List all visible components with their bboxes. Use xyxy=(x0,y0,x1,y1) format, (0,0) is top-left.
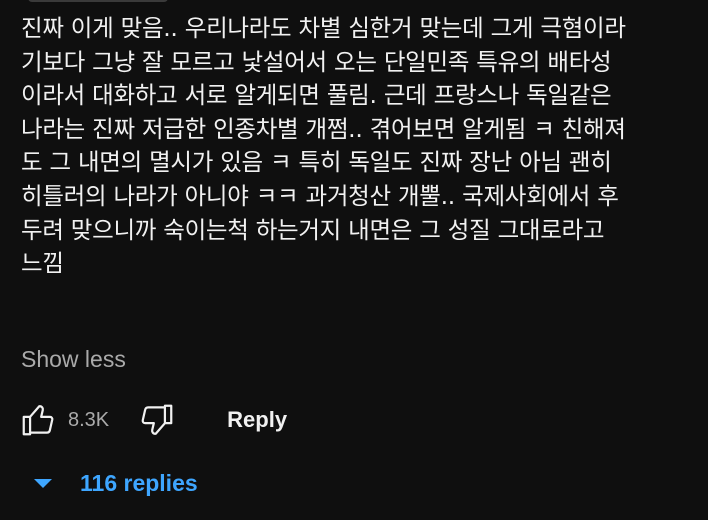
comment-line: 도 그 내면의 멸시가 있음 ㅋ 특히 독일도 진짜 장난 아님 괜히 xyxy=(21,148,612,177)
like-button[interactable] xyxy=(18,400,58,440)
comment-actions: 8.3K Reply xyxy=(18,398,287,442)
thumbs-down-icon xyxy=(141,404,173,435)
comment-line: 진짜 이게 맞음.. 우리나라도 차별 심한거 맞는데 그게 극혐이라 xyxy=(21,14,626,42)
comment-line: 나라는 진짜 저급한 인종차별 개쩜.. 겪어보면 알게됨 ㅋ 친해져 xyxy=(21,114,626,143)
view-replies-button[interactable]: 116 replies xyxy=(34,470,198,497)
dislike-button[interactable] xyxy=(137,400,177,440)
comment-line: 느낌 xyxy=(21,249,64,278)
thumbs-up-icon xyxy=(22,405,54,436)
reply-button[interactable]: Reply xyxy=(227,407,287,433)
comment-line: 히틀러의 나라가 아니야 ㅋㅋ 과거청산 개뿔.. 국제사회에서 후 xyxy=(21,181,619,210)
replies-count-label: 116 replies xyxy=(80,470,198,496)
comment-text: 진짜 이게 맞음.. 우리나라도 차별 심한거 맞는데 그게 극혐이라 기보다 … xyxy=(21,12,701,281)
show-less-button[interactable]: Show less xyxy=(21,343,126,375)
like-count: 8.3K xyxy=(68,408,110,431)
caret-down-icon xyxy=(34,479,52,488)
comment-line: 이라서 대화하고 서로 알게되면 풀림. 근데 프랑스나 독일같은 xyxy=(21,81,612,110)
comment-line: 두려 맞으니까 숙이는척 하는거지 내면은 그 성질 그대로라고 xyxy=(21,215,605,244)
previous-element-edge xyxy=(28,0,168,2)
comment-line: 기보다 그냥 잘 모르고 낯설어서 오는 단일민족 특유의 배타성 xyxy=(21,47,612,76)
